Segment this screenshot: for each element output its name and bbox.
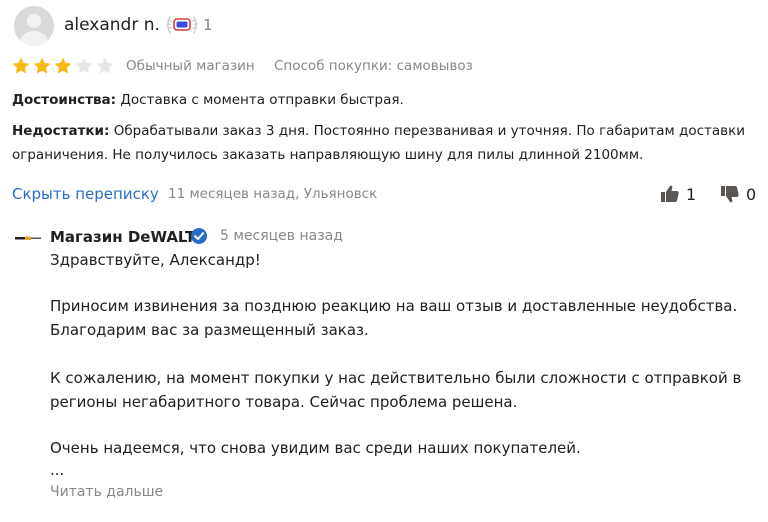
- avatar-head-shape: [27, 14, 41, 28]
- thumbs-up-icon: [661, 185, 679, 202]
- review-date-location: 11 месяцев назад, Ульяновск: [168, 186, 378, 202]
- pros-label: Достоинства:: [12, 92, 117, 108]
- cons-paragraph: Недостатки: Обрабатывали заказ 3 дня. По…: [12, 119, 752, 167]
- pros-paragraph: Достоинства: Доставка с момента отправки…: [12, 88, 752, 112]
- reviewer-name[interactable]: alexandr n.: [64, 15, 160, 35]
- shop-logo-icon: [15, 236, 41, 240]
- pros-text: Доставка с момента отправки быстрая.: [116, 92, 404, 108]
- reply-date: 5 месяцев назад: [220, 228, 343, 244]
- star-icon: [12, 57, 30, 74]
- avatar[interactable]: [14, 6, 54, 46]
- reply-line: К сожалению, на момент покупки у нас дей…: [50, 369, 742, 387]
- hide-thread-link[interactable]: Скрыть переписку: [12, 185, 159, 203]
- reply-line: Приносим извинения за позднюю реакцию на…: [50, 297, 738, 315]
- cons-text-line2: ограничения. Не получилось заказать напр…: [12, 147, 644, 163]
- thumbs-down-icon: [721, 186, 739, 203]
- avatar-body-shape: [20, 31, 48, 46]
- rating-stars: [11, 56, 115, 76]
- reply-line: Благодарим вас за размещенный заказ.: [50, 321, 369, 339]
- level-badge-icon: [166, 16, 198, 34]
- star-icon: [75, 57, 93, 74]
- likes-count: 1: [686, 184, 697, 204]
- reviewer-level: 1: [203, 16, 213, 34]
- star-icon: [96, 57, 114, 74]
- dislikes-count: 0: [746, 184, 757, 204]
- verified-check-icon: [191, 228, 207, 244]
- reply-line: Очень надеемся, что снова увидим вас сре…: [50, 439, 581, 457]
- cons-label: Недостатки:: [12, 123, 110, 139]
- read-more-link[interactable]: Читать дальше: [50, 484, 163, 500]
- reply-line: регионы негабаритного товара. Сейчас про…: [50, 393, 518, 411]
- dislike-button[interactable]: 0: [720, 184, 756, 204]
- purchase-method: Способ покупки: самовывоз: [274, 58, 473, 74]
- reply-line: Здравствуйте, Александр!: [50, 251, 261, 269]
- reply-ellipsis: ...: [50, 461, 65, 479]
- like-button[interactable]: 1: [660, 184, 696, 204]
- shop-type: Обычный магазин: [126, 58, 255, 74]
- star-icon: [33, 57, 51, 74]
- star-icon: [54, 57, 72, 74]
- shop-name[interactable]: Магазин DeWALT: [50, 228, 195, 246]
- cons-text-line1: Обрабатывали заказ 3 дня. Постоянно пере…: [109, 123, 746, 139]
